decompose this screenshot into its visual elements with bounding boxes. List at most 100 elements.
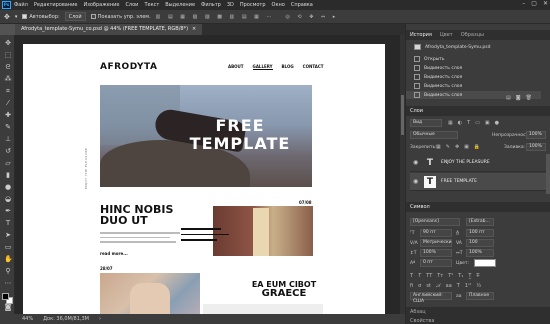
autoselect-checkbox[interactable]: Автовыбор: [22, 14, 60, 20]
align-icons[interactable]: ▥ ▤ ▦ ▧ ▨ ▩ ▥ ▤ ▦ ⋯ [156, 14, 275, 20]
clone-stamp-icon[interactable]: ⊥ [4, 135, 12, 143]
layer-row[interactable]: ◉ T ENJOY THE PLEASURE [410, 154, 546, 172]
pen-tool-icon[interactable]: ✒ [4, 207, 12, 215]
subscript-icon[interactable]: T₁ [458, 273, 463, 279]
menu-edit[interactable]: Редактирование [34, 2, 78, 8]
superscript-icon[interactable]: T¹ [448, 273, 453, 279]
history-snapshot[interactable]: Afrodyta_template-Symu.psd [406, 43, 541, 51]
tab-color[interactable]: Цвет [440, 32, 453, 38]
blend-mode-select[interactable]: Обычные [410, 131, 458, 139]
menu-layers[interactable]: Слои [125, 2, 138, 8]
tab-layers[interactable]: Слои [410, 108, 423, 114]
antialias-select[interactable]: Плавное [466, 292, 494, 300]
menu-view[interactable]: Просмотр [240, 2, 266, 8]
font-family-select[interactable]: [Opensans] [410, 218, 460, 226]
stylistic-alt-icon[interactable]: aa [446, 283, 452, 289]
zoom-level[interactable]: 44% [22, 316, 33, 322]
font-size-input[interactable]: 90 пт [420, 229, 452, 237]
type-tool-icon[interactable]: T [4, 219, 12, 227]
snapshot-camera-icon[interactable]: ◙ [516, 95, 521, 101]
filter-type-icon[interactable]: T [467, 120, 470, 126]
rectangle-tool-icon[interactable]: ▭ [4, 243, 12, 251]
history-item[interactable]: Видимость слоя [406, 73, 541, 81]
titling-icon[interactable]: T [457, 283, 460, 289]
gradient-tool-icon[interactable]: ▮ [4, 171, 12, 179]
tracking-input[interactable]: 100 [466, 239, 494, 247]
magic-wand-icon[interactable]: ⁂ [4, 75, 12, 83]
lock-all-icon[interactable]: 🔒 [474, 144, 480, 150]
faux-bold-icon[interactable]: T [410, 273, 413, 279]
3d-mode-icons[interactable]: ◎ ⟲ ✥ ⇔ ▸ [286, 14, 339, 20]
faux-italic-icon[interactable]: 𝑇 [418, 273, 421, 279]
filter-adjust-icon[interactable]: ◐ [458, 120, 462, 126]
lasso-tool-icon[interactable]: ᘓ [4, 63, 12, 71]
status-chevron-icon[interactable]: › [99, 316, 101, 322]
all-caps-icon[interactable]: TT [426, 273, 432, 279]
font-style-select[interactable]: [Extrab... [466, 218, 494, 226]
tab-character[interactable]: Символ [410, 204, 430, 210]
more-tools-icon[interactable]: ⋯ [4, 279, 12, 287]
filter-smart-icon[interactable]: ▣ [485, 120, 490, 126]
fractions-icon[interactable]: ½ [476, 283, 481, 289]
document-canvas[interactable]: AFRODYTA ABOUT GALLERY BLOG CONTACT FREE… [23, 44, 385, 314]
foreground-color-swatch[interactable] [2, 293, 9, 300]
maximize-icon[interactable]: ▢ [531, 0, 537, 7]
delete-state-icon[interactable]: 🗑 [526, 95, 532, 101]
healing-brush-icon[interactable]: ✚ [4, 111, 12, 119]
leading-input[interactable]: 100 пт [466, 229, 494, 237]
layer-row-selected[interactable]: ◉ T FREE TEMPLATE [410, 173, 546, 191]
dodge-tool-icon[interactable]: ◒ [4, 195, 12, 203]
contextual-alt-icon[interactable]: σ [418, 283, 421, 289]
crop-tool-icon[interactable]: ⌗ [4, 87, 12, 95]
eyedropper-icon[interactable]: ⁄ [4, 99, 12, 107]
layers-panel-scrollbar[interactable] [546, 154, 550, 194]
strikethrough-icon[interactable]: T̶ [476, 273, 479, 279]
quick-mask-icon[interactable]: ◙ [4, 303, 12, 311]
menu-type[interactable]: Текст [144, 2, 159, 8]
close-window-icon[interactable]: ✕ [543, 0, 548, 7]
menu-help[interactable]: Справка [291, 2, 313, 8]
marquee-tool-icon[interactable]: ⬚ [4, 51, 12, 59]
filter-pixel-icon[interactable]: ▦ [448, 120, 453, 126]
language-select[interactable]: Английский: США [410, 292, 452, 304]
zoom-tool-icon[interactable]: ⚲ [4, 267, 12, 275]
move-tool-icon[interactable]: ✥ [4, 13, 10, 21]
filter-toggle-icon[interactable]: ● [495, 120, 499, 126]
tool-preset-chevron-icon[interactable]: ▾ [15, 14, 18, 20]
eraser-tool-icon[interactable]: ▱ [4, 159, 12, 167]
visibility-eye-icon[interactable]: ◉ [413, 178, 419, 185]
lock-position-icon[interactable]: ✥ [455, 144, 459, 150]
lock-transparent-icon[interactable]: ▦ [436, 144, 441, 150]
path-selection-icon[interactable]: ➤ [4, 231, 12, 239]
show-transform-controls-checkbox[interactable]: Показать упр. элем. [90, 14, 151, 20]
text-color-swatch[interactable] [474, 259, 496, 267]
menu-select[interactable]: Выделение [165, 2, 195, 8]
hand-tool-icon[interactable]: ✋ [4, 255, 13, 263]
menu-image[interactable]: Изображение [83, 2, 119, 8]
layer-filter-select[interactable]: Вид [410, 119, 442, 127]
menu-file[interactable]: Файл [14, 2, 28, 8]
tab-paragraph[interactable]: Абзац [410, 309, 426, 315]
brush-tool-icon[interactable]: ✎ [4, 123, 12, 131]
close-tab-icon[interactable]: × [192, 24, 196, 35]
visibility-eye-icon[interactable]: ◉ [413, 159, 419, 166]
opacity-input[interactable]: 100% [526, 131, 546, 139]
move-tool-icon[interactable]: ✥ [4, 39, 12, 47]
history-brush-icon[interactable]: ↺ [4, 147, 12, 155]
underline-icon[interactable]: T̲ [468, 273, 471, 279]
scrollbar-thumb[interactable] [401, 95, 404, 135]
blur-tool-icon[interactable]: ● [4, 183, 12, 191]
photoshop-logo-icon[interactable]: Ps [2, 1, 11, 9]
history-item[interactable]: Видимость слоя [406, 64, 541, 72]
lock-image-icon[interactable]: ✎ [446, 144, 450, 150]
minimize-icon[interactable]: – [522, 0, 525, 7]
tab-swatches[interactable]: Образцы [461, 32, 484, 38]
tab-properties[interactable]: Свойства [410, 318, 434, 324]
tab-history[interactable]: История [410, 32, 432, 38]
baseline-shift-input[interactable]: 0 пт [420, 259, 452, 267]
ordinals-icon[interactable]: 1ˢᵗ [465, 283, 472, 289]
history-item[interactable]: Открыть [406, 55, 541, 63]
horizontal-scale-input[interactable]: 100% [466, 249, 494, 257]
lock-artboard-icon[interactable]: ▣ [464, 144, 469, 150]
menu-3d[interactable]: 3D [227, 2, 234, 8]
